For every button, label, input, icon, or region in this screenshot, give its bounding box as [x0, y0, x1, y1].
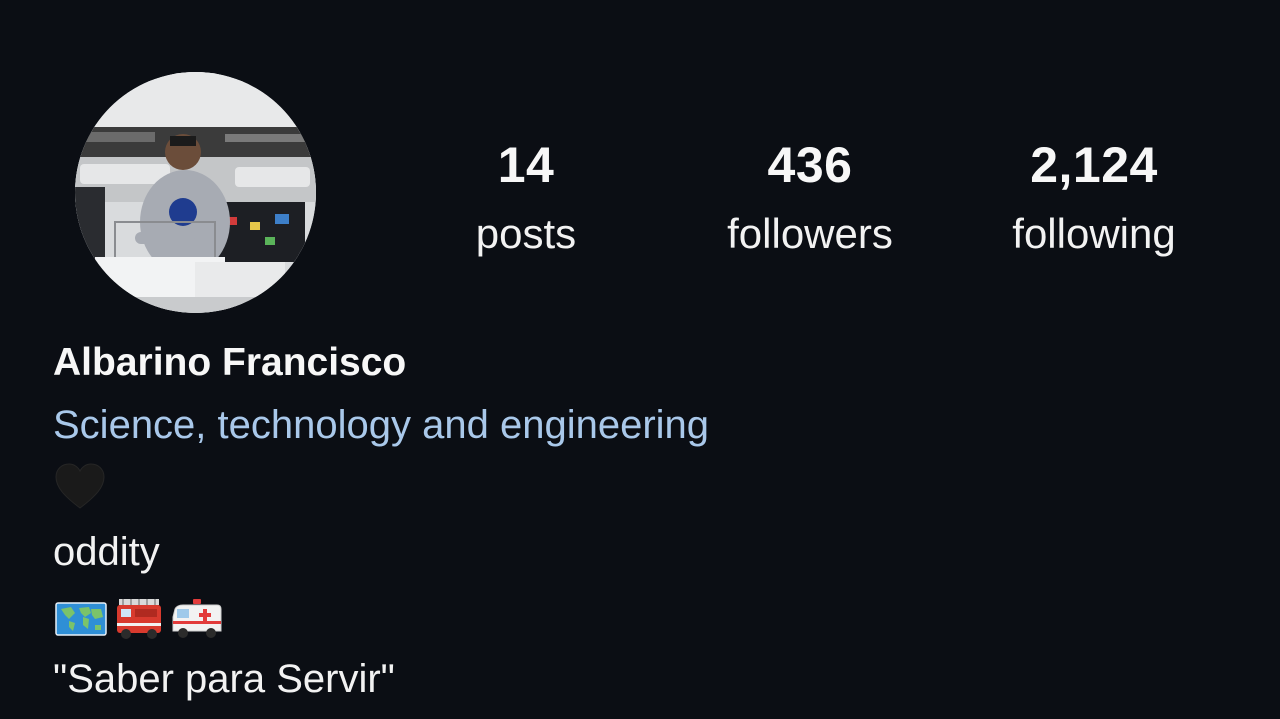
fire-engine-icon — [117, 599, 161, 639]
posts-count: 14 — [497, 137, 555, 193]
posts-label: posts — [475, 210, 577, 257]
emoji-row — [55, 597, 223, 641]
following-label: following — [1012, 210, 1176, 257]
black-heart-icon — [55, 463, 105, 509]
profile-name: Albarino Francisco — [53, 341, 407, 384]
profile-page: 14 posts 436 followers 2,124 following A… — [0, 0, 1280, 719]
world-map-icon — [55, 602, 107, 636]
bio-line: oddity — [53, 530, 160, 574]
bio-motto: "Saber para Servir" — [53, 657, 395, 701]
following-count: 2,124 — [1030, 137, 1158, 193]
followers-count: 436 — [767, 137, 853, 193]
avatar-photo — [75, 72, 316, 313]
stat-followers[interactable]: 436 followers — [680, 134, 940, 260]
followers-label: followers — [727, 210, 893, 257]
stat-following[interactable]: 2,124 following — [964, 134, 1224, 260]
stat-posts[interactable]: 14 posts — [396, 134, 656, 260]
profile-category[interactable]: Science, technology and engineering — [53, 400, 709, 450]
ambulance-icon — [172, 599, 222, 638]
avatar[interactable] — [75, 72, 316, 313]
